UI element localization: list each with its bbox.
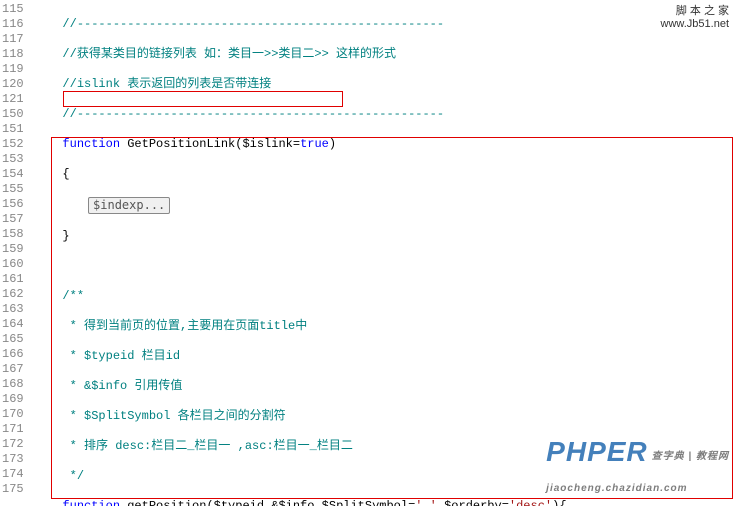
line-number: 157 — [2, 212, 24, 227]
code-line: /** — [34, 289, 731, 304]
line-number: 161 — [2, 272, 24, 287]
code-line: * 得到当前页的位置,主要用在页面title中 — [34, 319, 731, 334]
line-number: 164 — [2, 317, 24, 332]
line-number: 155 — [2, 182, 24, 197]
line-number: 158 — [2, 227, 24, 242]
code-line: //获得某类目的链接列表 如：类目一>>类目二>> 这样的形式 — [34, 47, 731, 62]
line-number: 169 — [2, 392, 24, 407]
line-number: 172 — [2, 437, 24, 452]
code-editor: 115 116 117 118 119 120 121 150 151 152 … — [0, 0, 735, 506]
site-credit: 脚 本 之 家 www.Jb51.net — [661, 2, 729, 30]
line-number: 174 — [2, 467, 24, 482]
line-number: 117 — [2, 32, 24, 47]
code-line: $indexp... — [34, 197, 731, 214]
code-line: //islink 表示返回的列表是否带连接 — [34, 77, 731, 92]
line-number: 116 — [2, 17, 24, 32]
line-number: 120 — [2, 77, 24, 92]
watermark-sub: 查字典 | 教程网 — [652, 451, 729, 462]
site-url: www.Jb51.net — [661, 18, 729, 30]
line-number: 160 — [2, 257, 24, 272]
code-line: } — [34, 229, 731, 244]
line-number: 163 — [2, 302, 24, 317]
code-line: //--------------------------------------… — [34, 107, 731, 122]
line-number: 154 — [2, 167, 24, 182]
line-number: 175 — [2, 482, 24, 497]
code-line: * &$info 引用传值 — [34, 379, 731, 394]
line-number: 159 — [2, 242, 24, 257]
line-number: 171 — [2, 422, 24, 437]
line-number: 168 — [2, 377, 24, 392]
watermark-domain: jiaocheng.chazidian.com — [546, 483, 687, 494]
line-number: 151 — [2, 122, 24, 137]
line-number: 156 — [2, 197, 24, 212]
line-number: 119 — [2, 62, 24, 77]
line-number: 115 — [2, 2, 24, 17]
line-number: 166 — [2, 347, 24, 362]
code-line: { — [34, 167, 731, 182]
code-line: //--------------------------------------… — [34, 17, 731, 32]
line-number: 121 — [2, 92, 24, 107]
code-line: function GetPositionLink($islink=true) — [34, 137, 731, 152]
code-line — [34, 259, 731, 274]
line-number: 152 — [2, 137, 24, 152]
line-number: 170 — [2, 407, 24, 422]
watermark: PHPER 查字典 | 教程网 jiaocheng.chazidian.com — [546, 436, 729, 500]
line-number: 150 — [2, 107, 24, 122]
line-number: 165 — [2, 332, 24, 347]
code-line: * $typeid 栏目id — [34, 349, 731, 364]
code-line: function getPosition($typeid,&$info,$Spl… — [34, 499, 731, 506]
line-number: 173 — [2, 452, 24, 467]
line-number: 118 — [2, 47, 24, 62]
code-line: * $SplitSymbol 各栏目之间的分割符 — [34, 409, 731, 424]
line-number: 162 — [2, 287, 24, 302]
code-fold-button[interactable]: $indexp... — [88, 197, 170, 214]
line-number: 153 — [2, 152, 24, 167]
site-name: 脚 本 之 家 — [661, 2, 729, 18]
watermark-brand: PHPER — [546, 436, 647, 467]
line-number: 167 — [2, 362, 24, 377]
code-area[interactable]: //--------------------------------------… — [30, 0, 735, 506]
line-number-gutter: 115 116 117 118 119 120 121 150 151 152 … — [0, 0, 30, 506]
